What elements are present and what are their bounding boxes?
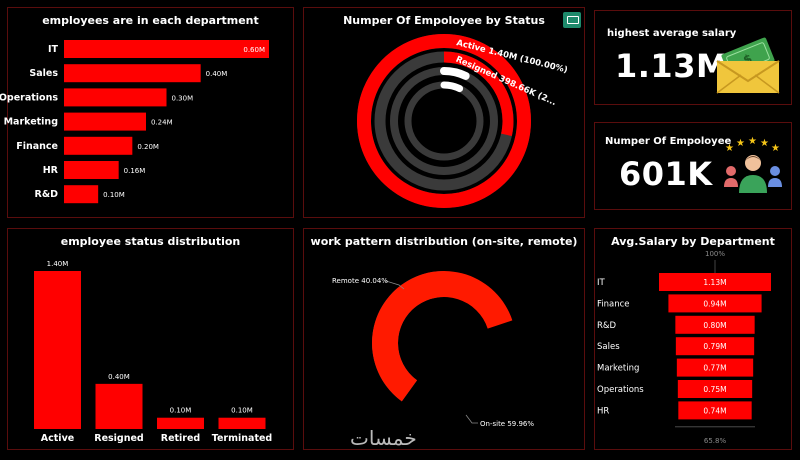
- svg-text:★: ★: [760, 138, 769, 149]
- rated-employee-icon: ★ ★ ★ ★ ★: [724, 136, 782, 193]
- dept-category-label: IT: [48, 44, 59, 55]
- funnel-category-label: Finance: [597, 299, 630, 309]
- work-pattern-panel: work pattern distribution (on-site, remo…: [303, 228, 585, 450]
- svg-text:★: ★: [725, 143, 734, 154]
- dept-value-label: 0.30M: [172, 94, 194, 102]
- status-category-label: Terminated: [212, 433, 272, 444]
- status-category-label: Active: [41, 433, 74, 444]
- kpi-salary-card: highest average salary 1.13M $: [594, 10, 792, 105]
- dept-bar: [64, 136, 133, 155]
- donut-slice-onsite: [372, 271, 513, 402]
- funnel-value-label: 0.77M: [703, 364, 726, 373]
- status-value-label: 0.10M: [231, 407, 253, 415]
- status-bar: [157, 417, 204, 429]
- status-value-label: 0.10M: [170, 407, 192, 415]
- funnel-bottom-label: 65.8%: [704, 437, 727, 445]
- avg-salary-funnel: 100% IT 1.13M Finance 0.94M R&D 0.80M Sales 0.79…: [597, 250, 771, 445]
- status-bar: [218, 417, 266, 429]
- donut-label-remote: Remote 40.04%: [332, 277, 388, 285]
- kpi-employees-card: Numper Of Empoloyee 601K ★ ★ ★ ★ ★: [594, 122, 792, 210]
- status-bar-chart: 1.40M Active 0.40M Resigned 0.10M Retired 0.10…: [34, 260, 272, 444]
- ring-track: [404, 81, 484, 161]
- svg-text:★: ★: [736, 138, 745, 149]
- dept-value-label: 0.20M: [137, 143, 159, 151]
- dept-bar: [64, 185, 99, 204]
- dept-bar: [64, 112, 146, 131]
- status-value-label: 1.40M: [47, 260, 69, 268]
- ring-arc: [357, 34, 531, 208]
- status-category-label: Retired: [161, 433, 200, 444]
- funnel-value-label: 0.74M: [703, 406, 726, 415]
- kpi-employees-value: 601K: [619, 155, 713, 193]
- ring-arc: [440, 81, 464, 93]
- dept-value-label: 0.10M: [103, 191, 125, 199]
- status-radial-chart: Active 1.40M (100.00%)Resigned 398.66K (…: [357, 34, 569, 208]
- funnel-category-label: R&D: [597, 321, 617, 331]
- work-pattern-donut: Remote 40.04% On-site 59.96%: [332, 271, 534, 428]
- dept-bar: [64, 161, 119, 179]
- dept-category-label: Finance: [16, 141, 58, 152]
- svg-text:★: ★: [771, 143, 780, 154]
- status-ring-panel: Numper Of Empoloyee by Status Active 1.4…: [303, 7, 585, 218]
- dept-value-label: 0.16M: [124, 167, 146, 175]
- donut-label-onsite: On-site 59.96%: [480, 420, 534, 428]
- dept-category-label: R&D: [35, 189, 59, 200]
- dept-bar: [64, 88, 167, 107]
- status-bar: [95, 383, 143, 429]
- funnel-category-label: Operations: [597, 385, 644, 395]
- status-dist-panel: employee status distribution 1.40M Active…: [7, 228, 294, 450]
- dept-bar: [64, 40, 269, 58]
- svg-text:★: ★: [748, 136, 757, 147]
- funnel-value-label: 1.13M: [703, 278, 726, 287]
- dept-value-label: 0.24M: [151, 119, 173, 127]
- dept-category-label: Sales: [29, 68, 58, 79]
- status-bar: [34, 271, 81, 429]
- funnel-category-label: Sales: [597, 342, 620, 352]
- dept-category-label: HR: [43, 165, 59, 176]
- funnel-category-label: IT: [597, 278, 606, 288]
- onsite-leader-line: [465, 414, 478, 424]
- funnel-value-label: 0.80M: [703, 321, 726, 330]
- funnel-value-label: 0.94M: [703, 299, 726, 308]
- avg-salary-panel: Avg.Salary by Department 100% IT 1.13M Fina…: [594, 228, 792, 450]
- ring-arc: [440, 67, 470, 80]
- status-value-label: 0.40M: [108, 373, 130, 381]
- status-category-label: Resigned: [94, 433, 143, 444]
- watermark-logo: خمسات: [350, 426, 417, 450]
- dept-bar: [64, 64, 201, 83]
- funnel-value-label: 0.79M: [703, 342, 726, 351]
- money-envelope-icon: $: [716, 37, 780, 94]
- funnel-value-label: 0.75M: [703, 385, 726, 394]
- dept-panel: employees are in each department IT 0.60M…: [0, 7, 294, 218]
- dept-bar-chart: IT 0.60M Sales 0.40M Operations 0.30M Marketin…: [0, 40, 269, 204]
- kpi-employees-title: Numper Of Empoloyee: [605, 136, 732, 147]
- funnel-top-label: 100%: [705, 250, 725, 258]
- dept-value-label: 0.40M: [206, 70, 228, 78]
- dept-value-label: 0.60M: [243, 46, 265, 54]
- dept-category-label: Operations: [0, 92, 58, 103]
- funnel-category-label: Marketing: [597, 364, 639, 374]
- funnel-category-label: HR: [597, 406, 609, 416]
- dept-category-label: Marketing: [4, 117, 58, 128]
